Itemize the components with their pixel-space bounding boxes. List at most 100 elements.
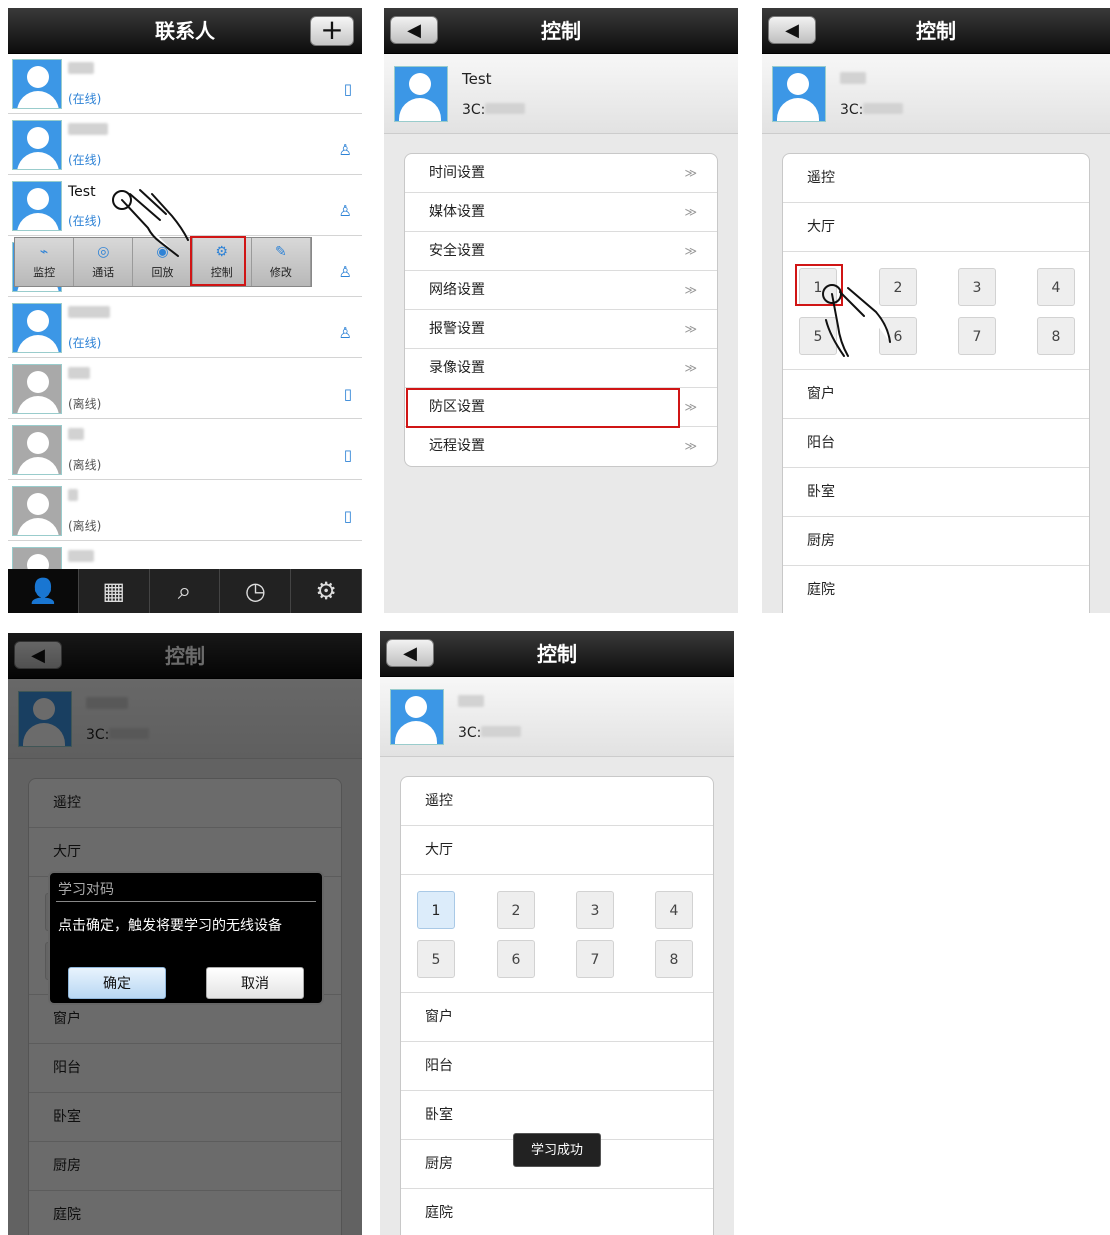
dialog-title: 学习对码 <box>58 882 114 898</box>
edit-button[interactable]: ✎ 修改 <box>251 238 312 286</box>
device-name <box>458 693 484 711</box>
playback-button[interactable]: ◉ 回放 <box>133 238 193 286</box>
balcony-row[interactable]: 阳台 <box>783 419 1089 468</box>
yard-row[interactable]: 庭院 <box>401 1189 713 1235</box>
bedroom-row[interactable]: 卧室 <box>783 468 1089 517</box>
menu-item-media[interactable]: 媒体设置 ≫ <box>405 193 717 232</box>
success-toast: 学习成功 <box>513 1133 601 1167</box>
person-icon: ♙ <box>338 202 352 220</box>
menu-item-remote[interactable]: 远程设置 ≫ <box>405 427 717 466</box>
contact-row[interactable]: (离线) ▯ <box>8 481 362 541</box>
device-info: 3C: <box>380 677 734 757</box>
contact-status: (在线) <box>68 92 102 106</box>
menu-item-network[interactable]: 网络设置 ≫ <box>405 271 717 310</box>
zone-key-2[interactable]: 2 <box>497 891 535 929</box>
contacts-title: 联系人 <box>155 19 215 43</box>
avatar <box>12 303 62 353</box>
menu-item-time[interactable]: 时间设置 ≫ <box>405 154 717 193</box>
chat-icon: ◎ <box>97 244 110 260</box>
zone-keypad: 1 2 3 4 5 6 7 8 <box>401 875 713 993</box>
contact-row[interactable]: (在线) ▯ <box>8 54 362 114</box>
search-icon: ⌕ <box>177 577 192 605</box>
grid-icon: ▦ <box>102 577 126 605</box>
zone-key-4[interactable]: 4 <box>655 891 693 929</box>
avatar <box>772 66 826 122</box>
zone-key-3[interactable]: 3 <box>576 891 614 929</box>
ok-button[interactable]: 确定 <box>68 967 166 999</box>
phone-icon: ▯ <box>343 80 352 98</box>
yard-row[interactable]: 庭院 <box>783 566 1089 613</box>
zone-screen-1: ◀ 控制 3C: 遥控 大厅 1 2 3 4 5 6 7 8 窗户 阳台 卧室 … <box>762 8 1110 613</box>
balcony-row[interactable]: 阳台 <box>401 1042 713 1091</box>
tab-contacts[interactable]: 👤 <box>8 569 79 613</box>
device-name <box>840 70 866 88</box>
avatar <box>12 364 62 414</box>
zone-key-3[interactable]: 3 <box>958 268 996 306</box>
menu-item-record[interactable]: 录像设置 ≫ <box>405 349 717 388</box>
phone-icon: ▯ <box>343 385 352 403</box>
contact-name <box>68 428 84 444</box>
edit-icon: ✎ <box>275 244 287 260</box>
zone-key-6[interactable]: 6 <box>497 940 535 978</box>
remote-row[interactable]: 遥控 <box>783 154 1089 203</box>
tab-history[interactable]: ◷ <box>220 569 292 613</box>
control-header: ◀ 控制 <box>384 8 738 54</box>
zone-key-5[interactable]: 5 <box>417 940 455 978</box>
zone-key-6[interactable]: 6 <box>879 317 917 355</box>
contact-name: Test <box>68 184 96 200</box>
contact-row[interactable]: (离线) ▯ <box>8 420 362 480</box>
contact-status: (在线) <box>68 214 102 228</box>
avatar <box>12 59 62 109</box>
zone-key-7[interactable]: 7 <box>958 317 996 355</box>
contact-status: (离线) <box>68 458 102 472</box>
avatar <box>12 486 62 536</box>
zone-screen-success: ◀ 控制 3C: 遥控 大厅 1 2 3 4 5 6 7 8 窗户 阳台 卧室 … <box>380 631 734 1235</box>
playback-icon: ◉ <box>156 244 169 260</box>
tab-search[interactable]: ⌕ <box>150 569 221 613</box>
highlight-box <box>190 236 246 286</box>
chevron-right-icon: ≫ <box>684 283 697 297</box>
contact-status: (离线) <box>68 397 102 411</box>
menu-item-security[interactable]: 安全设置 ≫ <box>405 232 717 271</box>
kitchen-row[interactable]: 厨房 <box>783 517 1089 566</box>
contact-row[interactable]: (在线) ♙ <box>8 115 362 175</box>
zone-key-7[interactable]: 7 <box>576 940 614 978</box>
zone-key-8[interactable]: 8 <box>1037 317 1075 355</box>
hall-row[interactable]: 大厅 <box>401 826 713 875</box>
contacts-header: 联系人 + <box>8 8 362 54</box>
chevron-right-icon: ≫ <box>684 400 697 414</box>
zone-key-1[interactable]: 1 <box>417 891 455 929</box>
device-code: 3C: <box>458 725 522 741</box>
contact-row-test[interactable]: Test (在线) ♙ <box>8 176 362 236</box>
person-icon: ♙ <box>338 263 352 281</box>
contact-status: (在线) <box>68 336 102 350</box>
contact-row[interactable]: (在线) ♙ <box>8 298 362 358</box>
zone-key-2[interactable]: 2 <box>879 268 917 306</box>
contact-row[interactable]: (离线) ▯ <box>8 359 362 419</box>
zone-key-4[interactable]: 4 <box>1037 268 1075 306</box>
zone-header: ◀ 控制 <box>762 8 1110 54</box>
menu-item-alarm[interactable]: 报警设置 ≫ <box>405 310 717 349</box>
device-info: 3C: <box>762 54 1110 134</box>
page-title: 控制 <box>916 19 956 43</box>
contacts-screen: 联系人 + (在线) ▯ (在线) ♙ Test (在线) ♙ ♙ (在线) ♙… <box>8 8 362 613</box>
tab-apps[interactable]: ▦ <box>79 569 150 613</box>
window-row[interactable]: 窗户 <box>401 993 713 1042</box>
contact-name <box>68 550 94 566</box>
hall-row[interactable]: 大厅 <box>783 203 1089 252</box>
contact-action-popup: ⌁ 监控 ◎ 通话 ◉ 回放 ⚙ 控制 ✎ 修改 <box>14 237 312 287</box>
avatar <box>390 689 444 745</box>
add-contact-button[interactable]: + <box>310 16 354 46</box>
zone-key-8[interactable]: 8 <box>655 940 693 978</box>
chevron-right-icon: ≫ <box>684 244 697 258</box>
monitor-button[interactable]: ⌁ 监控 <box>15 238 75 286</box>
cancel-button[interactable]: 取消 <box>206 967 304 999</box>
remote-row[interactable]: 遥控 <box>401 777 713 826</box>
tab-settings[interactable]: ⚙ <box>291 569 362 613</box>
contact-status: (离线) <box>68 519 102 533</box>
window-row[interactable]: 窗户 <box>783 370 1089 419</box>
call-button[interactable]: ◎ 通话 <box>74 238 134 286</box>
device-name: Test <box>462 70 492 88</box>
person-icon: ♙ <box>338 141 352 159</box>
zone-key-5[interactable]: 5 <box>799 317 837 355</box>
